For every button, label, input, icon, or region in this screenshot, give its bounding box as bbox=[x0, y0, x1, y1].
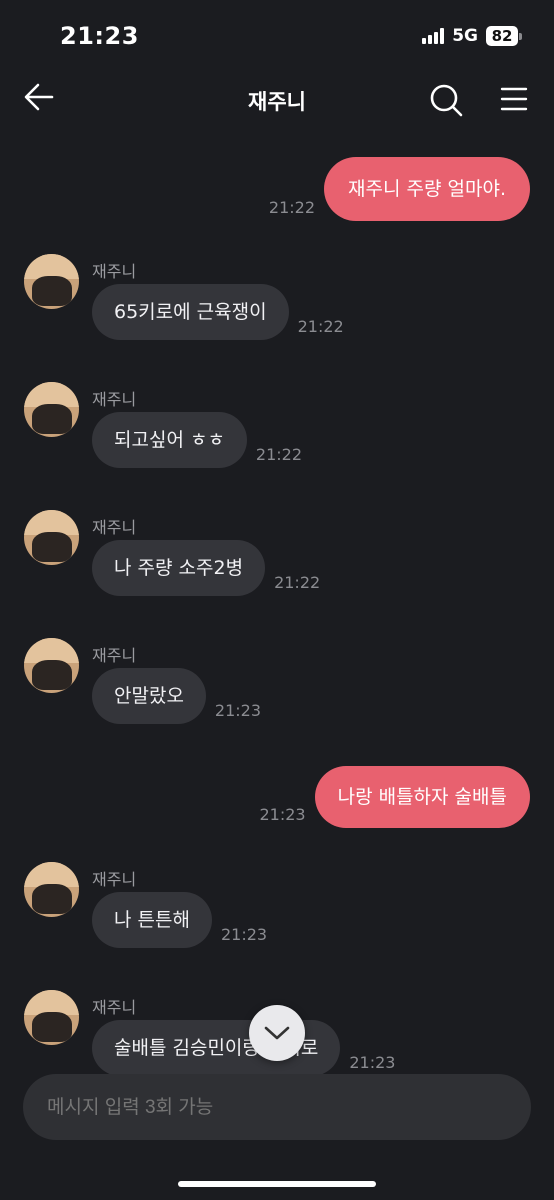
message-time: 21:22 bbox=[268, 198, 316, 217]
page-title: 재주니 bbox=[248, 90, 306, 114]
incoming-message: 재주니 나 튼튼해 21:23 bbox=[0, 862, 554, 962]
outgoing-message: 21:22 재주니 주량 얼마야. bbox=[0, 157, 554, 221]
battery-icon: 82 bbox=[486, 26, 522, 46]
message-time: 21:22 bbox=[255, 445, 303, 464]
message-bubble[interactable]: 나 튼튼해 bbox=[92, 892, 212, 948]
message-bubble[interactable]: 나랑 배틀하자 술배틀 bbox=[314, 766, 530, 828]
avatar[interactable] bbox=[24, 382, 79, 437]
message-bubble[interactable]: 65키로에 근육쟁이 bbox=[92, 284, 289, 340]
incoming-message: 재주니 안말랐오 21:23 bbox=[0, 638, 554, 738]
outgoing-message: 21:23 나랑 배틀하자 술배틀 bbox=[0, 766, 554, 828]
message-bubble[interactable]: 되고싶어 ㅎㅎ bbox=[92, 412, 247, 468]
message-bubble[interactable]: 나 주량 소주2병 bbox=[92, 540, 266, 596]
chat-header: 재주니 bbox=[0, 72, 554, 126]
avatar[interactable] bbox=[24, 638, 79, 693]
message-bubble[interactable]: 재주니 주량 얼마야. bbox=[324, 157, 530, 221]
avatar[interactable] bbox=[24, 862, 79, 917]
avatar[interactable] bbox=[24, 254, 79, 309]
message-input-bar bbox=[23, 1074, 531, 1142]
network-type: 5G bbox=[452, 26, 478, 46]
avatar[interactable] bbox=[24, 510, 79, 565]
chat-messages[interactable]: 21:22 재주니 주량 얼마야. 재주니 65키로에 근육쟁이 21:22 재… bbox=[0, 126, 554, 1076]
message-time: 21:23 bbox=[349, 1053, 396, 1072]
signal-icon bbox=[422, 28, 445, 44]
message-time: 21:23 bbox=[220, 925, 268, 944]
status-indicators: 5G 82 bbox=[422, 26, 522, 46]
scroll-to-bottom-button[interactable] bbox=[249, 1005, 305, 1061]
home-indicator[interactable] bbox=[178, 1181, 376, 1187]
status-time: 21:23 bbox=[60, 22, 139, 50]
sender-name: 재주니 bbox=[92, 390, 137, 409]
search-button[interactable] bbox=[428, 82, 464, 118]
menu-button[interactable] bbox=[498, 84, 530, 114]
message-time: 21:22 bbox=[297, 317, 344, 336]
message-time: 21:23 bbox=[214, 701, 262, 720]
avatar[interactable] bbox=[24, 990, 79, 1045]
incoming-message: 재주니 되고싶어 ㅎㅎ 21:22 bbox=[0, 382, 554, 482]
sender-name: 재주니 bbox=[92, 518, 137, 537]
incoming-message: 재주니 65키로에 근육쟁이 21:22 bbox=[0, 254, 554, 354]
chevron-down-icon bbox=[264, 1026, 290, 1040]
search-icon bbox=[430, 84, 463, 117]
sender-name: 재주니 bbox=[92, 870, 137, 889]
status-bar: 21:23 5G 82 bbox=[0, 0, 554, 72]
message-input[interactable] bbox=[45, 1074, 509, 1142]
sender-name: 재주니 bbox=[92, 262, 137, 281]
sender-name: 재주니 bbox=[92, 646, 137, 665]
message-time: 21:22 bbox=[274, 573, 321, 592]
sender-name: 재주니 bbox=[92, 998, 137, 1017]
incoming-message: 재주니 나 주량 소주2병 21:22 bbox=[0, 510, 554, 610]
hamburger-menu-icon bbox=[500, 87, 528, 111]
message-bubble[interactable]: 안말랐오 bbox=[92, 668, 206, 724]
battery-level: 82 bbox=[486, 26, 518, 46]
message-time: 21:23 bbox=[259, 805, 306, 824]
